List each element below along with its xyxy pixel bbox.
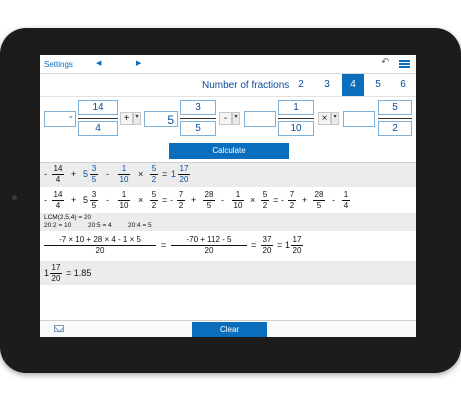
operator3-dropdown-icon[interactable]: ▾ xyxy=(331,112,339,125)
fraction: 35 xyxy=(90,164,98,184)
lcm-step: 20:5 = 4 xyxy=(88,222,112,229)
camera-dot xyxy=(12,195,17,200)
fraction-count-option-3[interactable]: 3 xyxy=(316,74,338,96)
fraction2-denominator-input[interactable]: 5 xyxy=(180,121,216,136)
fraction4-bar xyxy=(378,118,412,119)
fraction3-whole-input[interactable] xyxy=(244,111,276,127)
result-row-decimal: 1 17 20 = 1.85 xyxy=(40,261,416,285)
fraction3-denominator-input[interactable]: 10 xyxy=(278,121,314,136)
clear-button[interactable]: Clear xyxy=(192,322,267,337)
app-screen: Settings ◀ ▶ ↶ Number of fractions 2 3 4… xyxy=(40,55,416,337)
bottom-bar: Clear xyxy=(40,320,416,337)
fraction-count-option-6[interactable]: 6 xyxy=(392,74,414,96)
fraction1-sign: - xyxy=(69,111,73,123)
fraction: 1 10 xyxy=(118,164,130,184)
calculate-button[interactable]: Calculate xyxy=(169,143,289,159)
next-icon[interactable]: ▶ xyxy=(136,59,141,67)
fraction: 17 20 xyxy=(178,164,190,184)
fraction: 17 20 xyxy=(291,235,303,255)
lcm-step: 20:2 = 10 xyxy=(44,222,72,229)
fraction-count-option-2[interactable]: 2 xyxy=(290,74,312,96)
fraction4-whole-input[interactable] xyxy=(343,111,375,127)
settings-link[interactable]: Settings xyxy=(44,60,73,69)
result-row-step1: - 14 4 + 5 35 - 1 10 × 52 = - 72 + 28 5 - 1… xyxy=(44,190,350,210)
operator3-select[interactable]: × xyxy=(318,112,331,125)
results-area: - 14 4 + 5 35 - 1 10 × 52 = 1 17 20 - 14 4 +… xyxy=(40,162,416,321)
operator1-dropdown-icon[interactable]: ▾ xyxy=(133,112,141,125)
fraction-count-selector: Number of fractions 2 3 4 5 6 xyxy=(40,74,416,96)
fraction2-numerator-input[interactable]: 3 xyxy=(180,100,216,115)
fraction2-bar xyxy=(180,118,216,119)
envelope-icon[interactable] xyxy=(54,325,64,332)
fraction: 17 20 xyxy=(50,263,62,283)
fraction1-bar xyxy=(78,118,118,119)
undo-icon[interactable]: ↶ xyxy=(381,57,389,68)
fraction3-numerator-input[interactable]: 1 xyxy=(278,100,314,115)
fraction-count-option-4[interactable]: 4 xyxy=(342,74,364,96)
operator2-dropdown-icon[interactable]: ▾ xyxy=(232,112,240,125)
lcm-step: 20:4 = 5 xyxy=(128,222,152,229)
prev-icon[interactable]: ◀ xyxy=(96,59,101,67)
fraction-count-option-5[interactable]: 5 xyxy=(367,74,389,96)
fraction: 37 20 xyxy=(261,235,273,255)
top-bar: Settings ◀ ▶ ↶ xyxy=(40,55,416,74)
fraction: -70 + 112 - 5 20 xyxy=(171,235,247,256)
result-row-expression: - 14 4 + 5 35 - 1 10 × 52 = 1 17 20 xyxy=(40,163,416,187)
fraction1-denominator-input[interactable]: 4 xyxy=(78,121,118,136)
fraction4-numerator-input[interactable]: 5 xyxy=(378,100,412,115)
menu-icon[interactable] xyxy=(399,60,410,68)
fraction1-numerator-input[interactable]: 14 xyxy=(78,100,118,115)
decimal-result: = 1.85 xyxy=(66,268,92,278)
fraction: -7 × 10 + 28 × 4 - 1 × 5 20 xyxy=(44,235,156,256)
result-row-lcm: LCM(2,5,4) = 20 20:2 = 10 20:5 = 4 20:4 … xyxy=(40,213,416,231)
result-row-step2: -7 × 10 + 28 × 4 - 1 × 5 20 = -70 + 112 -… xyxy=(40,231,416,261)
operator1-select[interactable]: + xyxy=(120,112,133,125)
fraction: 52 xyxy=(150,164,158,184)
operator2-select[interactable]: - xyxy=(219,112,232,125)
lcm-line: LCM(2,5,4) = 20 xyxy=(44,214,92,221)
fraction2-whole-input[interactable]: 5 xyxy=(144,111,178,127)
fraction: 14 4 xyxy=(52,164,64,184)
fraction4-denominator-input[interactable]: 2 xyxy=(378,121,412,136)
fraction-count-label: Number of fractions xyxy=(202,80,290,91)
fraction3-bar xyxy=(278,118,314,119)
